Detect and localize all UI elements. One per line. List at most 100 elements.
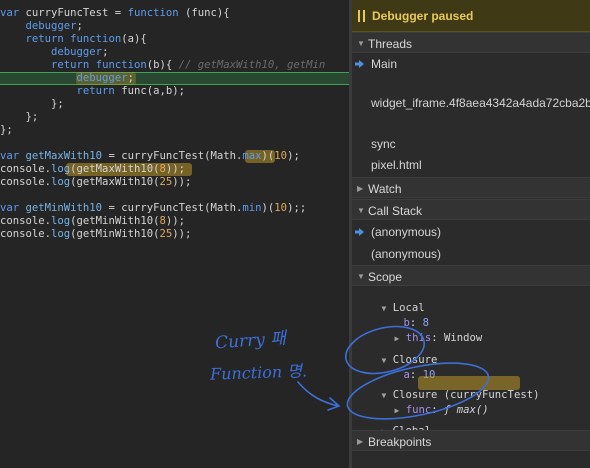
code-token: )(	[261, 150, 275, 162]
scope-section-header[interactable]: ▼ Scope	[352, 265, 590, 286]
code-token: return	[51, 59, 96, 71]
expanded-triangle-icon: ▼	[357, 272, 365, 281]
code-token: 25	[159, 228, 173, 240]
source-editor[interactable]: var curryFuncTest = function (func){ deb…	[0, 0, 349, 468]
code-line[interactable]: var curryFuncTest = function (func){	[0, 7, 230, 20]
code-token: ));	[172, 176, 192, 188]
current-thread-arrow-icon	[355, 60, 364, 68]
thread-item-main[interactable]: Main	[352, 53, 590, 75]
breakpoints-label: Breakpoints	[368, 435, 432, 449]
code-token: debugger	[76, 72, 128, 84]
code-line[interactable]: console.log(getMinWith10(8));	[0, 215, 185, 228]
threads-label: Threads	[368, 37, 413, 51]
code-token: ));	[165, 163, 185, 175]
code-token: getMinWith10	[25, 202, 103, 214]
paused-status-text: Debugger paused	[372, 9, 474, 23]
code-line[interactable]: var getMinWith10 = curryFuncTest(Math.mi…	[0, 202, 306, 215]
collapsed-triangle-icon: ▶	[357, 184, 364, 193]
thread-label: pixel.html	[371, 158, 422, 172]
code-line[interactable]: debugger;	[0, 72, 134, 85]
code-token: log	[51, 215, 71, 227]
expanded-triangle-icon: ▼	[357, 206, 365, 215]
thread-item-sync[interactable]: sync	[352, 133, 590, 155]
code-token: return	[25, 33, 71, 45]
code-line[interactable]: };	[0, 111, 39, 124]
code-token: (getMaxWith10(	[70, 176, 160, 188]
code-line[interactable]: var getMaxWith10 = curryFuncTest(Math.ma…	[0, 150, 300, 163]
code-token: min	[242, 202, 262, 214]
code-token: console.	[0, 228, 52, 240]
call-frame-label: (anonymous)	[371, 247, 442, 261]
code-token: (func){	[178, 7, 230, 19]
code-token: (getMinWith10(	[70, 215, 160, 227]
code-token: max	[242, 150, 262, 162]
code-token: ;	[102, 46, 109, 58]
code-token: // getMaxWith10, getMin	[178, 59, 326, 71]
code-token: (b){	[146, 59, 179, 71]
code-token: 10	[274, 202, 288, 214]
scope-label: Scope	[368, 270, 403, 284]
current-frame-arrow-icon	[355, 228, 364, 236]
thread-item-pixel[interactable]: pixel.html	[352, 154, 590, 176]
thread-label: sync	[371, 137, 396, 151]
code-token: var	[0, 7, 26, 19]
expanded-triangle-icon: ▼	[357, 39, 365, 48]
code-line[interactable]: };	[0, 98, 64, 111]
debugger-paused-banner: Debugger paused	[352, 0, 590, 32]
code-token: ));	[165, 215, 185, 227]
code-token: = curryFuncTest(Math.	[102, 150, 243, 162]
code-token: ;	[76, 20, 83, 32]
watch-section-header[interactable]: ▶ Watch	[352, 177, 590, 198]
call-frame-current[interactable]: (anonymous)	[352, 221, 590, 243]
thread-label: widget_iframe.4f8aea4342a4ada72cba2b	[371, 96, 590, 110]
code-token: function	[127, 7, 179, 19]
breakpoints-section-header[interactable]: ▶ Breakpoints	[352, 430, 590, 451]
thread-label: Main	[371, 57, 398, 71]
code-line[interactable]: debugger;	[0, 20, 83, 33]
debugger-sidebar: Debugger paused ▼ Threads Main widget_if…	[352, 0, 590, 468]
code-token: )(	[261, 202, 275, 214]
code-token: };	[0, 124, 13, 136]
code-token: return	[76, 85, 122, 97]
code-line[interactable]: console.log(getMaxWith10(25));	[0, 176, 191, 189]
code-line[interactable]: console.log(getMinWith10(25));	[0, 228, 191, 241]
threads-section-header[interactable]: ▼ Threads	[352, 32, 590, 53]
code-token: (getMaxWith10(	[70, 163, 160, 175]
code-token: getMaxWith10	[25, 150, 103, 162]
pause-icon	[358, 10, 365, 22]
code-line[interactable]: console.log(getMaxWith10(8));	[0, 163, 185, 176]
code-token: };	[0, 111, 39, 123]
code-line[interactable]: return function(a){	[0, 33, 147, 46]
code-token: = curryFuncTest(Math.	[102, 202, 243, 214]
var-value: ƒ max()	[444, 404, 489, 416]
code-token: ));	[172, 228, 192, 240]
code-token: (a){	[121, 33, 147, 45]
code-line[interactable]: return function(b){ // getMaxWith10, get…	[0, 59, 325, 72]
call-stack-section-header[interactable]: ▼ Call Stack	[352, 199, 590, 220]
watch-label: Watch	[368, 182, 402, 196]
code-line[interactable]: };	[0, 124, 13, 137]
code-line[interactable]: debugger;	[0, 46, 108, 59]
code-token: };	[0, 98, 64, 110]
code-line[interactable]: return func(a,b);	[0, 85, 185, 98]
code-token: );	[287, 150, 300, 162]
code-token: ;	[127, 72, 134, 84]
code-token: var	[0, 150, 26, 162]
code-token: 10	[274, 150, 288, 162]
var-value: Window	[444, 332, 483, 344]
code-token: );;	[287, 202, 307, 214]
code-token: func(a,b);	[121, 85, 185, 97]
call-frame[interactable]: (anonymous)	[352, 243, 590, 265]
code-token: console.	[0, 215, 52, 227]
thread-item-widget-iframe[interactable]: widget_iframe.4f8aea4342a4ada72cba2b	[352, 92, 590, 114]
code-token: function	[95, 59, 147, 71]
code-token: log	[51, 163, 71, 175]
call-frame-label: (anonymous)	[371, 225, 442, 239]
code-token: log	[51, 176, 71, 188]
